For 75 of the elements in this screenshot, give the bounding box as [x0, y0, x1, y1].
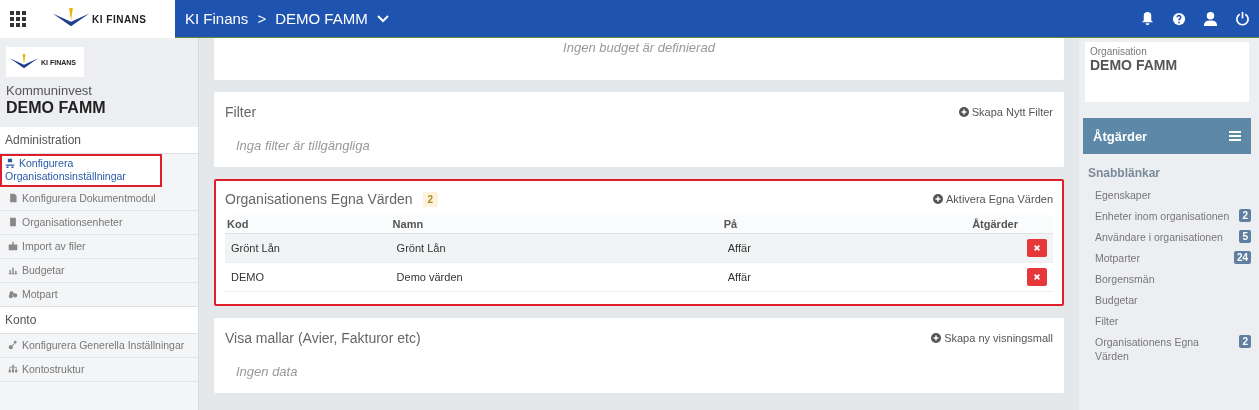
- count-badge: 5: [1239, 230, 1251, 243]
- count-badge: 2: [422, 191, 439, 207]
- card-title: Visa mallar (Avier, Fakturor etc): [225, 330, 421, 346]
- help-icon[interactable]: [1172, 11, 1186, 26]
- doc-icon: [8, 193, 18, 203]
- card-title: Organisationens Egna Värden: [225, 191, 413, 207]
- logo[interactable]: KI FINANS: [52, 8, 147, 30]
- table-cell: DEMO: [225, 262, 391, 292]
- quick-link[interactable]: Egenskaper: [1095, 188, 1152, 202]
- plus-circle-icon: [958, 107, 969, 117]
- table-cell: Affär: [721, 233, 971, 263]
- column-header: På: [721, 215, 971, 234]
- breadcrumb-separator: >: [257, 10, 267, 27]
- quick-link[interactable]: Användare i organisationen: [1095, 230, 1223, 244]
- sidebar-item[interactable]: Organisationsenheter: [0, 211, 198, 235]
- organisation-parent: Kommuninvest: [6, 83, 93, 98]
- actions-panel-header[interactable]: Åtgärder: [1083, 118, 1251, 154]
- delete-button[interactable]: [1027, 239, 1047, 257]
- power-icon[interactable]: [1235, 11, 1250, 26]
- sidebar-item[interactable]: Konfigurera Dokumentmodul: [0, 187, 198, 211]
- table-cell: Demo värden: [390, 262, 722, 292]
- card-title: Filter: [225, 104, 257, 120]
- action-link[interactable]: Aktivera Egna Värden: [933, 193, 1053, 205]
- column-header: Namn: [390, 215, 722, 234]
- count-badge: 24: [1233, 251, 1251, 264]
- quick-link[interactable]: Motparter: [1095, 251, 1140, 265]
- people-icon: [8, 289, 18, 299]
- sidebar-item[interactable]: Budgetar: [0, 259, 198, 283]
- unit-icon: [8, 217, 18, 227]
- empty-message: Ingen data: [235, 363, 299, 381]
- column-header: Kod: [225, 215, 391, 234]
- sidebar-item[interactable]: Kontostruktur: [0, 358, 198, 382]
- breadcrumb-link[interactable]: DEMO FAMM: [275, 10, 368, 27]
- count-badge: 2: [1239, 335, 1251, 348]
- org-icon: [5, 158, 15, 168]
- panel-title: Åtgärder: [1093, 128, 1148, 144]
- quick-link[interactable]: Organisationens Egna Värden: [1095, 335, 1235, 363]
- close-icon: [1033, 273, 1041, 281]
- user-icon[interactable]: [1203, 11, 1218, 26]
- action-link[interactable]: Skapa Nytt Filter: [958, 106, 1053, 118]
- action-link[interactable]: Skapa ny visningsmall: [931, 332, 1053, 344]
- quick-link[interactable]: Filter: [1095, 314, 1119, 328]
- empty-message: Ingen budget är definierad: [563, 40, 715, 55]
- table-cell: Grönt Lån: [225, 233, 391, 263]
- sidebar-item[interactable]: Konfigurera Generella Inställningar: [0, 334, 198, 358]
- gear-icon: [8, 340, 18, 350]
- menu-icon[interactable]: [1229, 131, 1241, 141]
- apps-grid-icon[interactable]: [10, 11, 26, 27]
- plus-circle-icon: [931, 333, 942, 343]
- chart-icon: [8, 265, 18, 275]
- column-header: Åtgärder: [970, 215, 1053, 234]
- import-icon: [8, 241, 18, 251]
- organisation-name: DEMO FAMM: [1090, 57, 1179, 73]
- quick-link[interactable]: Enheter inom organisationen: [1095, 209, 1230, 223]
- tree-icon: [8, 364, 18, 374]
- quick-links-heading: Snabblänkar: [1088, 166, 1162, 180]
- sidebar-item[interactable]: Konfigurera Organisationsinställningar: [0, 154, 162, 187]
- empty-message: Inga filter är tillgängliga: [235, 137, 371, 155]
- logo-text: KI FINANS: [92, 13, 147, 25]
- plus-circle-icon: [933, 194, 943, 204]
- sidebar-item[interactable]: Import av filer: [0, 235, 198, 259]
- count-badge: 2: [1239, 209, 1251, 222]
- section-heading: Administration: [0, 127, 198, 154]
- table-cell: Affär: [721, 262, 971, 292]
- delete-button[interactable]: [1027, 268, 1047, 286]
- bell-icon[interactable]: [1140, 11, 1155, 26]
- close-icon: [1033, 244, 1041, 252]
- organisation-label: Organisation: [1090, 46, 1148, 57]
- quick-link[interactable]: Borgensmän: [1095, 272, 1155, 286]
- section-heading: Konto: [0, 307, 198, 334]
- table-cell: Grönt Lån: [390, 233, 722, 263]
- breadcrumb-link[interactable]: KI Finans: [185, 10, 249, 27]
- chevron-down-icon[interactable]: [376, 14, 389, 23]
- organisation-name: DEMO FAMM: [6, 99, 107, 117]
- quick-link[interactable]: Budgetar: [1095, 293, 1138, 307]
